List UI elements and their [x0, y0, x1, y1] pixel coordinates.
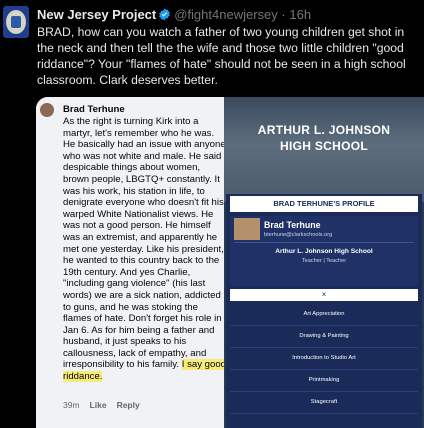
tweet-time[interactable]: 16h [289, 7, 311, 22]
comment-body: As the right is turning Kirk into a mart… [63, 116, 226, 371]
profile-section-title: BRAD TERHUNE'S PROFILE [230, 196, 418, 212]
profile-photo [234, 218, 260, 240]
banner-line-1: ARTHUR L. JOHNSON [257, 123, 391, 137]
tweet: New Jersey Project @fight4newjersey · 16h… [0, 0, 424, 428]
menu-item-drawing-painting: Drawing & Painting [230, 326, 418, 348]
menu-item-intro-studio-art: Introduction to Studio Art [230, 348, 418, 370]
menu-item-stagecraft: Stagecraft [230, 392, 418, 414]
like-link: Like [89, 400, 107, 410]
state-seal-icon [6, 10, 26, 34]
author-handle[interactable]: @fight4newjersey [174, 7, 278, 22]
school-banner-title: ARTHUR L. JOHNSON HIGH SCHOOL [224, 122, 424, 154]
menu-item-printmaking: Printmaking [230, 370, 418, 392]
comment-text: As the right is turning Kirk into a mart… [63, 116, 227, 383]
comment-actions: 39m Like Reply [63, 400, 150, 410]
commenter-name: Brad Terhune [63, 104, 125, 115]
school-banner: ARTHUR L. JOHNSON HIGH SCHOOL [224, 97, 424, 202]
tweet-text: BRAD, how can you watch a father of two … [37, 25, 406, 87]
profile-card: Brad Terhune bterhune@clarkschools.org A… [230, 216, 418, 286]
dot-separator: · [281, 7, 286, 22]
banner-line-2: HIGH SCHOOL [280, 139, 368, 153]
profile-role: Teacher | Teacher [301, 258, 347, 264]
school-profile: ARTHUR L. JOHNSON HIGH SCHOOL BRAD TERHU… [224, 97, 424, 428]
tweet-media[interactable]: Brad Terhune As the right is turning Kir… [36, 97, 424, 428]
card-divider [234, 242, 414, 243]
verified-badge-icon [158, 8, 171, 24]
profile-name: Brad Terhune [264, 220, 321, 230]
tweet-header: New Jersey Project @fight4newjersey · 16h [37, 7, 311, 24]
comment-time: 39m [63, 400, 80, 410]
profile-email: bterhune@clarkschools.org [264, 232, 333, 238]
menu-item-art-appreciation: Art Appreciation [230, 304, 418, 326]
author-avatar[interactable] [3, 6, 29, 38]
profile-school: Arthur L. Johnson High School [275, 248, 373, 255]
author-name[interactable]: New Jersey Project [37, 7, 156, 22]
reply-link: Reply [116, 400, 140, 410]
commenter-avatar [40, 103, 54, 117]
profile-pane: BRAD TERHUNE'S PROFILE Brad Terhune bter… [226, 194, 422, 428]
close-icon: × [230, 289, 418, 301]
facebook-comment: Brad Terhune As the right is turning Kir… [36, 97, 230, 428]
